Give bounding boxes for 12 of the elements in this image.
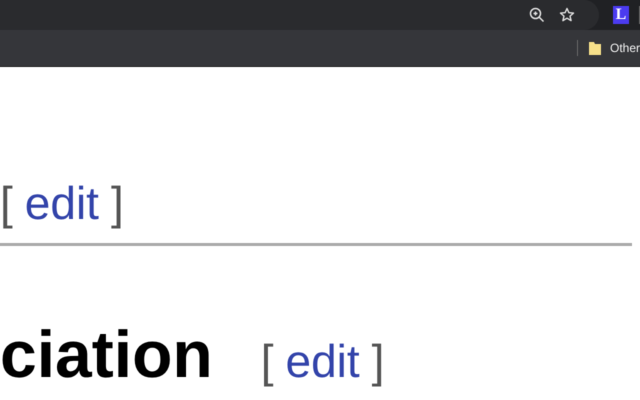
bookmark-folder[interactable]: Other bbox=[588, 40, 640, 56]
bracket: [ bbox=[0, 176, 13, 231]
bracket: ] bbox=[110, 176, 124, 231]
bracket: ] bbox=[372, 334, 384, 389]
section-heading: ciation bbox=[0, 316, 213, 392]
edit-link[interactable]: edit bbox=[285, 331, 360, 391]
folder-icon bbox=[588, 40, 602, 56]
zoom-icon[interactable] bbox=[529, 7, 545, 23]
star-icon[interactable] bbox=[559, 7, 575, 23]
bracket: [ bbox=[260, 334, 274, 389]
extension-button[interactable]: L bbox=[613, 6, 629, 24]
edit-link[interactable]: edit bbox=[24, 173, 99, 233]
